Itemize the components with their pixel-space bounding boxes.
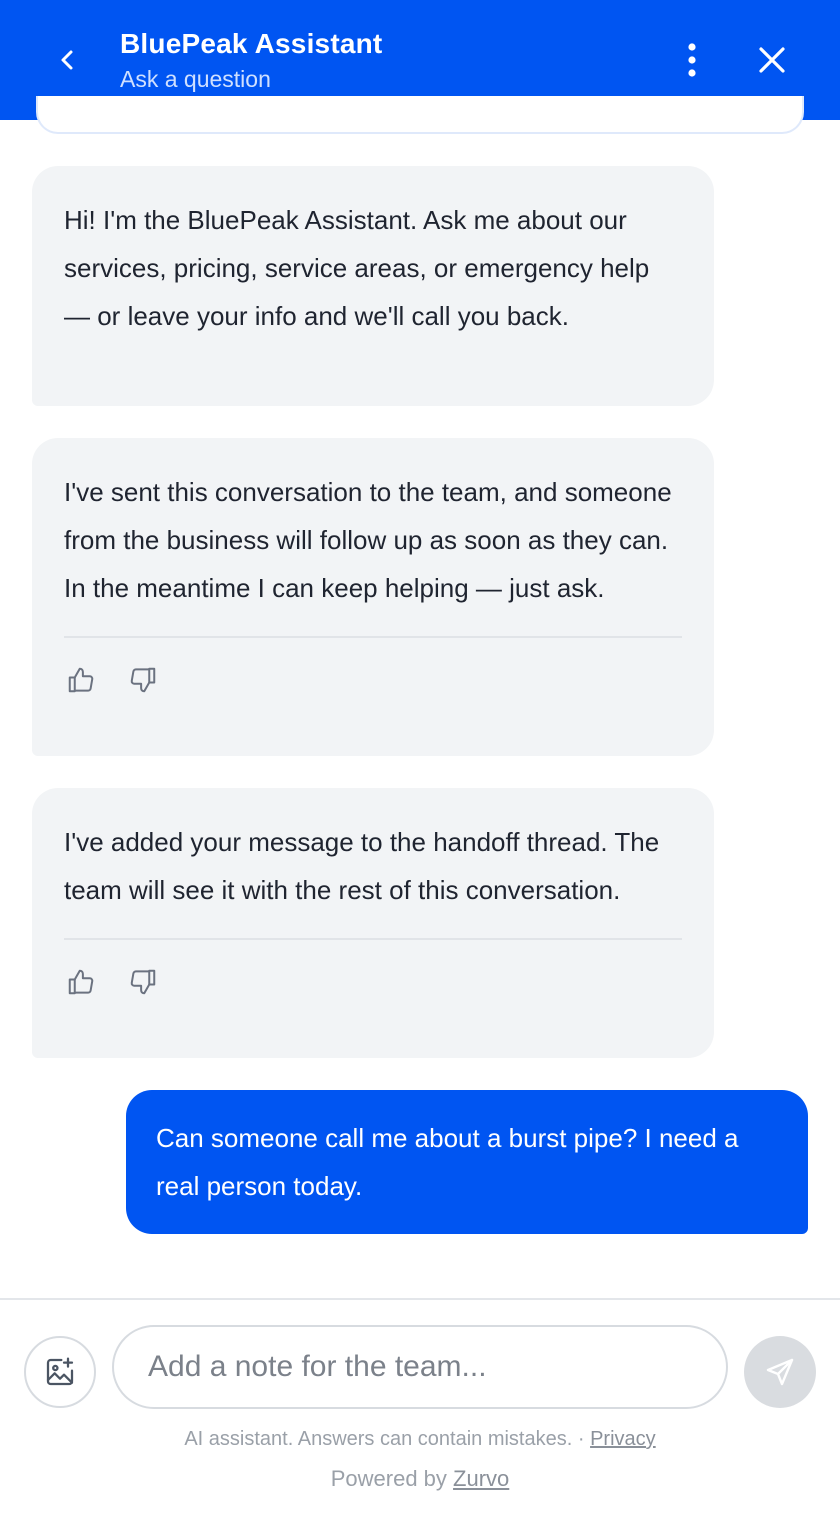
close-icon [759,47,785,73]
disclaimer-text: AI assistant. Answers can contain mistak… [184,1428,585,1450]
feedback-row [64,638,682,722]
powered-by-text: Powered by [330,1466,447,1491]
more-vertical-icon [688,43,696,77]
assistant-message: I've added your message to the handoff t… [32,788,714,1058]
privacy-link[interactable]: Privacy [590,1428,656,1450]
assistant-title: BluePeak Assistant [120,28,383,59]
thumbs-down-icon [130,667,156,693]
message-text: I've sent this conversation to the team,… [64,477,672,603]
thumbs-up-button[interactable] [66,967,96,997]
thumbs-down-icon [130,969,156,995]
note-input[interactable] [112,1325,728,1409]
thumbs-up-icon [68,667,94,693]
close-button[interactable] [752,40,792,80]
thumbs-up-button[interactable] [66,665,96,695]
message-text: I've added your message to the handoff t… [64,827,660,905]
powered-by: Powered by Zurvo [0,1466,840,1492]
send-icon [766,1358,794,1386]
zurvo-link[interactable]: Zurvo [453,1466,509,1491]
previous-card-edge [36,96,804,134]
thumbs-down-button[interactable] [128,967,158,997]
back-button[interactable] [48,40,88,80]
thumbs-up-icon [68,969,94,995]
more-options-button[interactable] [672,40,712,80]
assistant-message: Hi! I'm the BluePeak Assistant. Ask me a… [32,166,714,406]
thumbs-down-button[interactable] [128,665,158,695]
message-text: Can someone call me about a burst pipe? … [156,1123,739,1201]
composer-divider [0,1298,840,1300]
assistant-message: I've sent this conversation to the team,… [32,438,714,756]
image-add-icon [46,1357,74,1386]
feedback-row [64,940,682,1024]
ai-disclaimer: AI assistant. Answers can contain mistak… [0,1428,840,1451]
assistant-subtitle: Ask a question [120,66,271,92]
attach-image-button[interactable] [24,1336,96,1408]
user-message: Can someone call me about a burst pipe? … [126,1090,808,1234]
message-text: Hi! I'm the BluePeak Assistant. Ask me a… [64,205,650,331]
send-button[interactable] [744,1336,816,1408]
chevron-left-icon [61,50,73,70]
